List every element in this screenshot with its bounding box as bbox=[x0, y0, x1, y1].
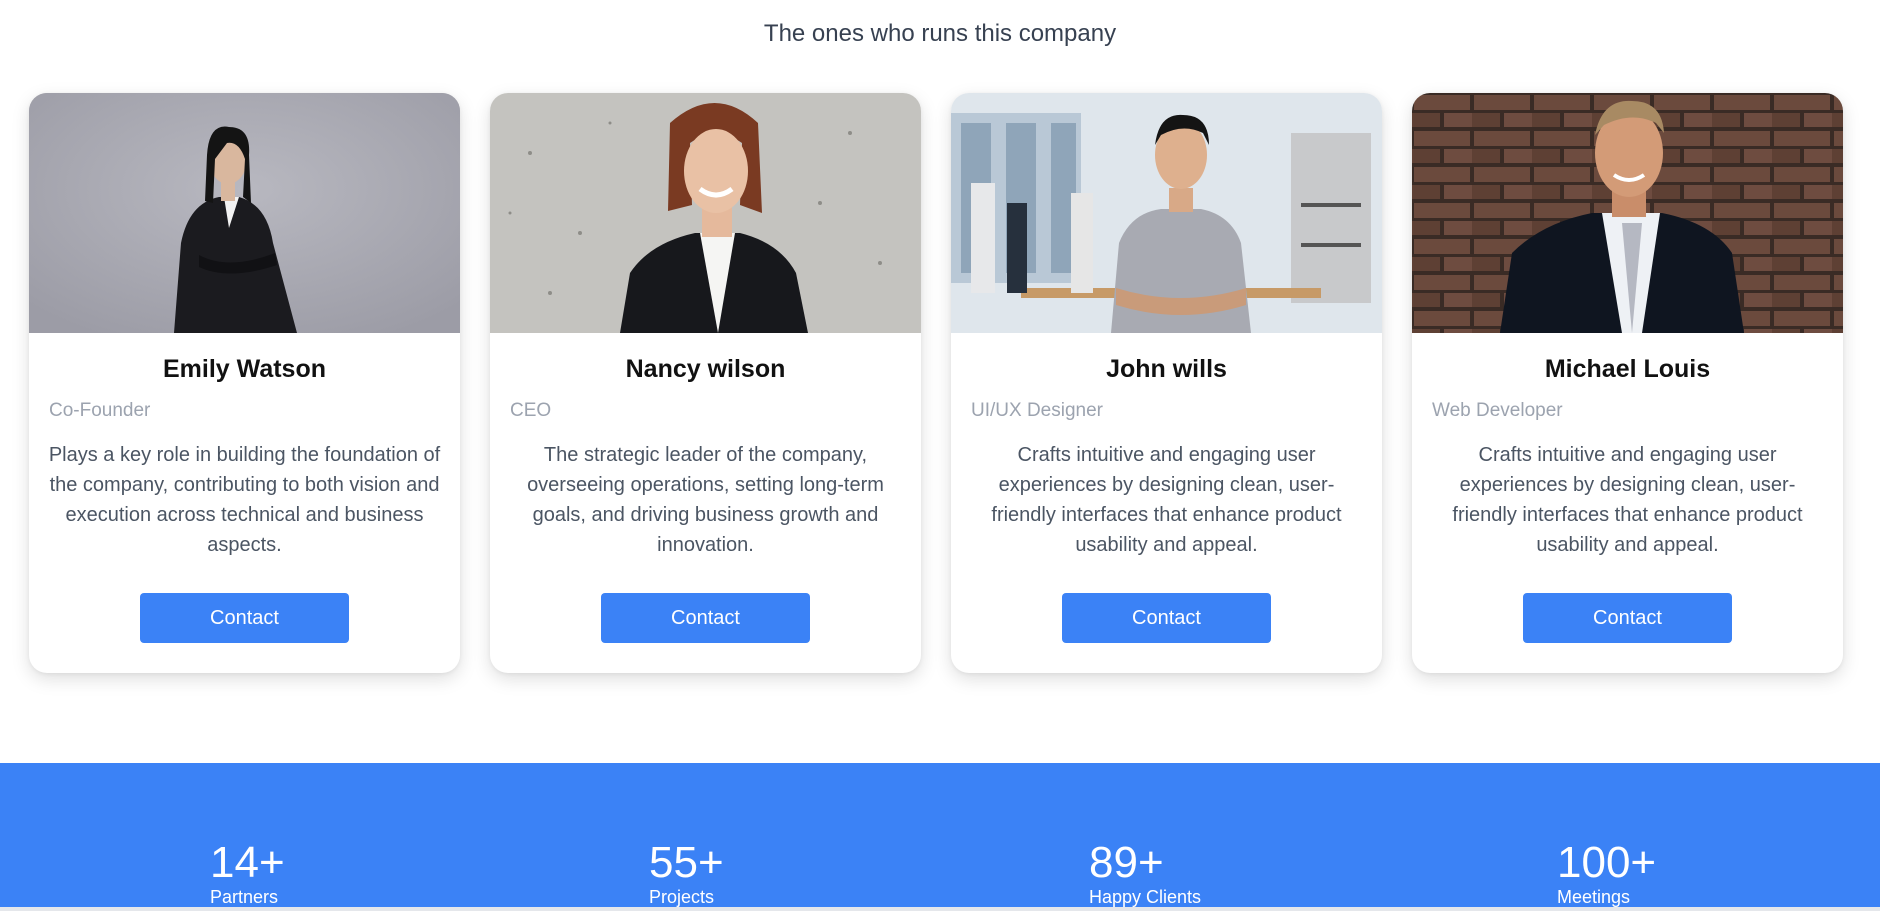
member-name: Emily Watson bbox=[163, 355, 326, 383]
stat-value: 100+ bbox=[1557, 838, 1657, 887]
contact-button[interactable]: Contact bbox=[140, 593, 349, 643]
contact-button[interactable]: Contact bbox=[1062, 593, 1271, 643]
stat-happy-clients: 89+ Happy Clients bbox=[1089, 838, 1202, 908]
member-name: Michael Louis bbox=[1544, 355, 1711, 383]
stats-banner: 14+ Partners 55+ Projects 89+ Happy Clie… bbox=[0, 763, 1880, 911]
page-bottom-border bbox=[0, 907, 1880, 911]
stat-value: 14+ bbox=[210, 838, 285, 887]
member-photo bbox=[951, 93, 1382, 333]
stat-value: 55+ bbox=[649, 838, 724, 887]
member-description: Plays a key role in building the foundat… bbox=[48, 444, 441, 556]
stat-meetings: 100+ Meetings bbox=[1557, 838, 1657, 908]
contact-button[interactable]: Contact bbox=[601, 593, 810, 643]
stat-projects: 55+ Projects bbox=[649, 838, 724, 908]
section-title: The ones who runs this company bbox=[763, 20, 1117, 47]
member-role: Web Developer bbox=[1432, 400, 1563, 421]
stat-label: Happy Clients bbox=[1089, 887, 1202, 907]
stat-label: Meetings bbox=[1557, 887, 1631, 907]
team-card-john-wills: John wills UI/UX Designer Crafts intuiti… bbox=[951, 93, 1382, 673]
member-name: Nancy wilson bbox=[625, 355, 786, 383]
member-role: Co-Founder bbox=[49, 400, 151, 421]
member-description: Crafts intuitive and engaging user exper… bbox=[991, 444, 1342, 556]
member-role: UI/UX Designer bbox=[971, 400, 1103, 421]
stat-label: Partners bbox=[210, 887, 279, 907]
team-card-emily-watson: Emily Watson Co-Founder Plays a key role… bbox=[29, 93, 460, 673]
team-card-nancy-wilson: Nancy wilson CEO The strategic leader of… bbox=[490, 93, 921, 673]
stat-value: 89+ bbox=[1089, 838, 1164, 887]
stat-label: Projects bbox=[649, 887, 715, 907]
member-photo bbox=[29, 93, 460, 333]
member-photo bbox=[1412, 93, 1843, 333]
member-role: CEO bbox=[510, 400, 552, 421]
member-description: The strategic leader of the company, ove… bbox=[527, 444, 884, 556]
team-cards: Emily Watson Co-Founder Plays a key role… bbox=[29, 93, 1843, 673]
member-description: Crafts intuitive and engaging user exper… bbox=[1452, 444, 1803, 556]
stat-partners: 14+ Partners bbox=[210, 838, 285, 908]
member-name: John wills bbox=[1106, 355, 1227, 383]
team-card-michael-louis: Michael Louis Web Developer Crafts intui… bbox=[1412, 93, 1843, 673]
contact-button[interactable]: Contact bbox=[1523, 593, 1732, 643]
member-photo bbox=[490, 93, 921, 333]
